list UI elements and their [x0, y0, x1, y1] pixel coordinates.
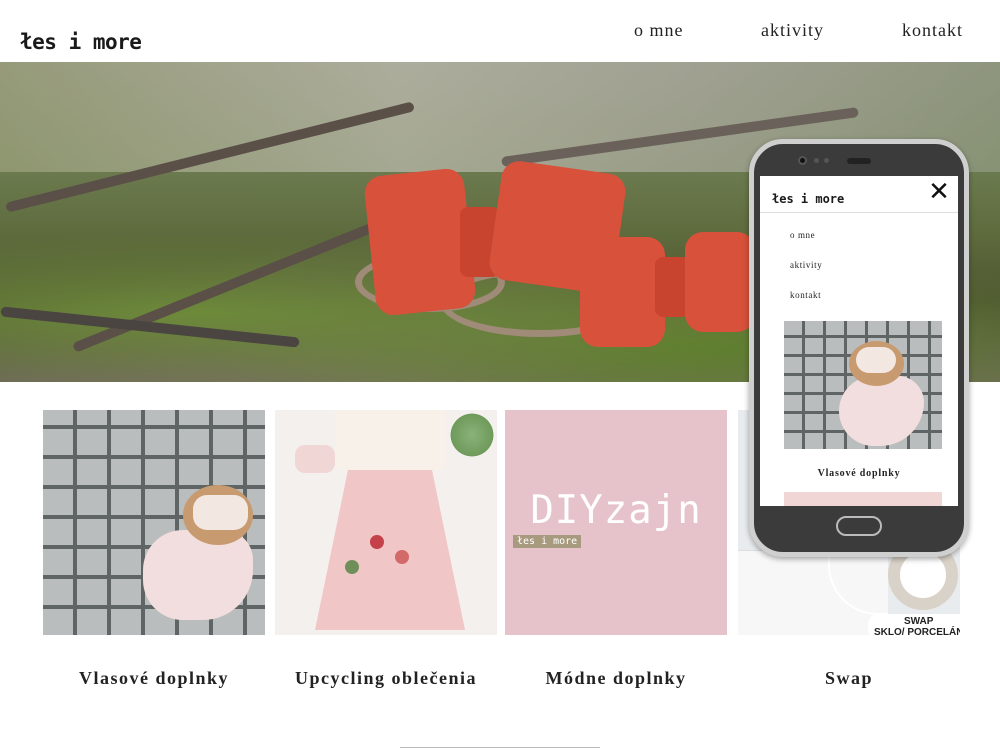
category-title-vlasove-doplnky[interactable]: Vlasové doplnky [43, 668, 265, 689]
mobile-menu-item-aktivity[interactable]: aktivity [790, 260, 822, 270]
category-title-upcycling[interactable]: Upcycling oblečenia [275, 668, 497, 689]
mobile-menu-item-kontakt[interactable]: kontakt [790, 290, 821, 300]
category-tile-modne-doplnky[interactable]: DIYzajn łes i more [505, 410, 727, 635]
flower-embroidery [370, 535, 384, 549]
nav-link-kontakt[interactable]: kontakt [902, 20, 963, 41]
skirt-photo [315, 470, 465, 630]
doll-photo [143, 530, 253, 620]
speaker-icon [847, 158, 871, 164]
mobile-card-image[interactable] [784, 321, 942, 449]
diyzajn-title: DIYzajn [530, 488, 702, 533]
phone-screen: łes i more ✕ o mne aktivity kontakt Vlas… [760, 176, 958, 506]
lace-photo [335, 410, 445, 470]
category-tile-vlasove-doplnky[interactable] [43, 410, 265, 635]
close-icon[interactable]: ✕ [926, 179, 952, 206]
diyzajn-tag: łes i more [513, 535, 582, 548]
mobile-divider [760, 212, 958, 213]
swap-label: SWAP SKLO/ PORCELÁN [868, 614, 960, 635]
home-button[interactable] [836, 516, 882, 536]
nav-link-aktivity[interactable]: aktivity [761, 20, 824, 41]
plant-photo [447, 410, 497, 460]
mobile-card-title[interactable]: Vlasové doplnky [760, 468, 958, 479]
divider [400, 747, 600, 748]
category-title-swap[interactable]: Swap [738, 668, 960, 689]
sensor-icon [824, 158, 829, 163]
site-logo[interactable]: łes i more [20, 30, 142, 54]
small-bow-photo [295, 445, 335, 473]
mobile-card-image[interactable] [784, 492, 942, 506]
sensor-icon [814, 158, 819, 163]
category-tile-upcycling[interactable] [275, 410, 497, 635]
nav-link-o-mne[interactable]: o mne [634, 20, 684, 41]
flower-embroidery [345, 560, 359, 574]
mobile-menu-item-o-mne[interactable]: o mne [790, 230, 815, 240]
hero-bow [580, 237, 665, 347]
doll-photo [193, 495, 248, 530]
category-title-modne-doplnky[interactable]: Módne doplnky [505, 668, 727, 689]
phone-mockup: łes i more ✕ o mne aktivity kontakt Vlas… [749, 139, 969, 557]
doll-photo [856, 347, 896, 373]
site-header: łes i more o mne aktivity kontakt [0, 0, 1000, 62]
flower-embroidery [395, 550, 409, 564]
hero-bow [685, 232, 755, 332]
camera-icon [798, 156, 807, 165]
mobile-logo[interactable]: łes i more [772, 192, 844, 206]
